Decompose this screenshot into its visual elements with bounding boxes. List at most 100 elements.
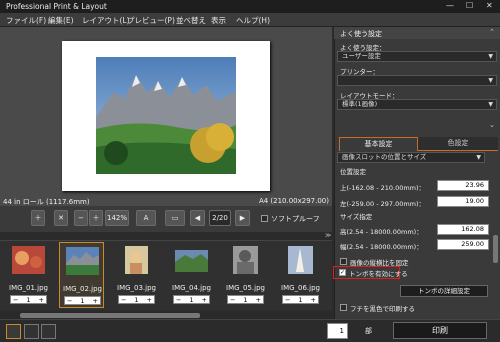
menu-preview[interactable]: プレビュー(P): [127, 15, 175, 26]
thumbnail-item[interactable]: IMG_01.jpg −1 +: [6, 242, 51, 308]
zoom-in-icon[interactable]: ＋: [89, 210, 103, 226]
next-page-button[interactable]: ▶: [235, 210, 250, 226]
minus-icon[interactable]: −: [230, 296, 235, 304]
section-select[interactable]: 画像スロットの位置とサイズ ▼: [337, 152, 485, 163]
copy-count[interactable]: 1: [26, 296, 30, 304]
menu-bar: ファイル(F) 編集(E) レイアウト(L) プレビュー(P) 並べ替え 表示 …: [0, 13, 500, 27]
tab-basic[interactable]: 基本設定: [339, 137, 418, 151]
tab-color[interactable]: 色設定: [418, 137, 498, 151]
scrollbar-thumb[interactable]: [20, 313, 200, 318]
copy-count[interactable]: 1: [134, 296, 138, 304]
layout-mode-select[interactable]: 標準(1画像) ▼: [337, 99, 497, 110]
menu-help[interactable]: ヘルプ(H): [236, 15, 270, 26]
menu-view[interactable]: 表示: [211, 15, 226, 26]
copy-count[interactable]: 1: [189, 296, 193, 304]
copy-count[interactable]: 1: [243, 296, 247, 304]
plus-icon[interactable]: +: [311, 296, 316, 304]
minus-icon[interactable]: −: [176, 296, 181, 304]
menu-file[interactable]: ファイル(F): [6, 15, 46, 26]
minus-icon[interactable]: −: [121, 296, 126, 304]
copy-stepper[interactable]: −1 +: [10, 295, 47, 304]
add-page-icon[interactable]: ＋: [31, 210, 45, 226]
view-mode-split-icon[interactable]: [24, 324, 39, 339]
text-tool-icon[interactable]: A: [136, 210, 156, 226]
chevron-down-icon: ▼: [488, 101, 493, 108]
width-label: 幅(2.54 - 18000.00mm)：: [340, 243, 423, 251]
position-title: 位置設定: [340, 168, 366, 176]
expand-icon[interactable]: ⌄: [489, 121, 495, 129]
thumbnail-name: IMG_02.jpg: [63, 285, 102, 293]
thumbnail-image: [233, 246, 258, 274]
menu-layout[interactable]: レイアウト(L): [82, 15, 130, 26]
favorites-select[interactable]: ユーザー設定 ▼: [337, 51, 497, 62]
left-input[interactable]: 19.00: [437, 196, 489, 207]
page-setup-icon[interactable]: ▭: [165, 210, 185, 226]
paper-size-label: A4 (210.00x297.00): [258, 197, 329, 205]
close-icon[interactable]: ✕: [486, 1, 493, 10]
minus-icon[interactable]: −: [13, 296, 18, 304]
thumbnail-item[interactable]: IMG_05.jpg −1 +: [223, 242, 268, 308]
app-title: Professional Print & Layout: [6, 2, 107, 11]
menu-sort[interactable]: 並べ替え: [176, 15, 206, 26]
zoom-out-icon[interactable]: −: [74, 210, 88, 226]
plus-icon[interactable]: +: [202, 296, 207, 304]
copies-input[interactable]: 1: [327, 323, 348, 339]
plus-icon[interactable]: +: [93, 297, 98, 305]
copy-stepper[interactable]: −1 +: [64, 296, 101, 305]
copy-stepper[interactable]: −1 +: [118, 295, 155, 304]
thumbnail-name: IMG_01.jpg: [9, 284, 48, 292]
chevron-down-icon: ▼: [476, 154, 481, 161]
printer-select[interactable]: ▼: [337, 75, 497, 86]
thumbnail-item[interactable]: IMG_04.jpg −1 +: [169, 242, 214, 308]
softproof-label: ソフトプルーフ: [271, 215, 320, 223]
plus-icon[interactable]: +: [147, 296, 152, 304]
thumbnail-image: [12, 246, 45, 274]
aspect-checkbox[interactable]: [340, 258, 347, 265]
thumbnail-image: [66, 247, 99, 275]
copy-stepper[interactable]: −1 +: [282, 295, 319, 304]
view-mode-grid-icon[interactable]: [41, 324, 56, 339]
preview-toolbar: ＋ ✕ − ＋ 142% A ▭ ◀ 2/20 ▶ ソフトプルーフ: [0, 206, 332, 232]
zoom-select[interactable]: 142%: [105, 210, 129, 226]
title-bar: Professional Print & Layout — ☐ ✕: [0, 0, 500, 13]
width-input[interactable]: 259.00: [437, 239, 489, 250]
crop-marks-checkbox[interactable]: ✓: [339, 269, 346, 276]
menu-edit[interactable]: 編集(E): [48, 15, 74, 26]
panel-scrollbar-thumb[interactable]: [493, 235, 498, 263]
thumbnail-item[interactable]: IMG_06.jpg −1 +: [278, 242, 323, 308]
print-button[interactable]: 印刷: [393, 322, 487, 339]
thumbnail-scrollbar[interactable]: [0, 312, 332, 319]
thumbnail-item-selected[interactable]: IMG_02.jpg −1 +: [59, 242, 104, 308]
top-label: 上(-162.08 - 210.00mm)：: [340, 184, 426, 192]
top-input[interactable]: 23.96: [437, 180, 489, 191]
copy-count[interactable]: 1: [80, 297, 84, 305]
plus-icon[interactable]: +: [256, 296, 261, 304]
preview-photo[interactable]: [96, 57, 236, 174]
minimize-icon[interactable]: —: [446, 1, 454, 10]
collapse-chevron-icon[interactable]: ≫: [325, 232, 331, 239]
view-mode-single-icon[interactable]: [6, 324, 21, 339]
thumbnail-image: [125, 246, 148, 274]
minus-icon[interactable]: −: [67, 297, 72, 305]
prev-page-button[interactable]: ◀: [190, 210, 205, 226]
plus-icon[interactable]: +: [39, 296, 44, 304]
thumbnail-name: IMG_04.jpg: [172, 284, 211, 292]
left-label: 左(-259.00 - 297.00mm)：: [340, 200, 426, 208]
copy-stepper[interactable]: −1 +: [173, 295, 210, 304]
black-print-checkbox[interactable]: [340, 304, 347, 311]
bottom-bar: 1 部 印刷: [0, 319, 500, 342]
thumbnail-strip: IMG_01.jpg −1 + IMG_02.jpg −1 + IMG_03.jpg…: [0, 240, 332, 310]
minus-icon[interactable]: −: [285, 296, 290, 304]
copy-count[interactable]: 1: [298, 296, 302, 304]
crop-marks-settings-button[interactable]: トンボの詳細設定: [400, 285, 488, 297]
thumbnail-item[interactable]: IMG_03.jpg −1 +: [114, 242, 159, 308]
black-print-label: フチを黒色で印刷する: [350, 305, 415, 313]
softproof-checkbox[interactable]: [261, 215, 268, 222]
maximize-icon[interactable]: ☐: [466, 1, 473, 10]
collapse-icon[interactable]: ⌃: [489, 28, 495, 36]
delete-page-icon[interactable]: ✕: [54, 210, 68, 226]
thumbnail-name: IMG_03.jpg: [117, 284, 156, 292]
page-indicator: 2/20: [209, 210, 231, 226]
copy-stepper[interactable]: −1 +: [227, 295, 264, 304]
height-input[interactable]: 162.08: [437, 224, 489, 235]
